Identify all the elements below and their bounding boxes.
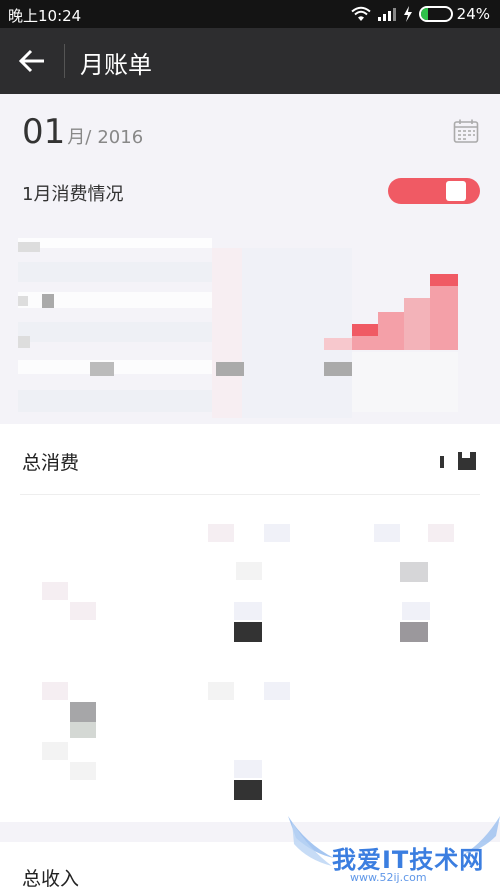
expense-chart — [18, 228, 480, 428]
month-unit: 月/ — [67, 127, 92, 148]
watermark-text: 我爱IT技术网 — [332, 846, 485, 874]
status-bar: 晚上10:24 24% — [0, 0, 500, 28]
expense-amount-placeholder — [440, 452, 476, 470]
total-expense-label: 总消费 — [22, 452, 80, 474]
section-title: 1月消费情况 — [22, 184, 124, 205]
signal-icon — [377, 8, 396, 21]
total-expense-card[interactable]: 总消费 — [0, 424, 500, 822]
app-bar: 月账单 — [0, 28, 500, 94]
watermark-url: www.52ij.com — [350, 871, 427, 884]
calendar-icon[interactable] — [453, 118, 479, 144]
chart-toggle-knob — [446, 181, 466, 201]
year-label: 2016 — [97, 127, 144, 148]
page-title: 月账单 — [80, 51, 152, 79]
status-icons: 24% — [351, 4, 490, 24]
battery-indicator: 24% — [418, 5, 490, 23]
charging-icon — [403, 6, 412, 22]
battery-icon — [418, 6, 453, 22]
month-number: 01 — [22, 112, 66, 152]
card-divider — [20, 494, 480, 495]
total-income-label: 总收入 — [22, 868, 80, 889]
expense-breakdown-grid — [42, 524, 454, 800]
chart-toggle[interactable] — [388, 178, 480, 204]
chart-gridlines — [18, 238, 352, 418]
battery-percent: 24% — [456, 5, 490, 23]
back-arrow-icon[interactable] — [18, 48, 46, 74]
wifi-icon — [351, 6, 371, 21]
status-time: 晚上10:24 — [8, 7, 82, 25]
month-header: 01 月/ 2016 — [22, 112, 143, 152]
appbar-divider — [64, 44, 65, 78]
battery-fill — [420, 8, 428, 20]
watermark: 我爱IT技术网 www.52ij.com — [288, 814, 500, 889]
